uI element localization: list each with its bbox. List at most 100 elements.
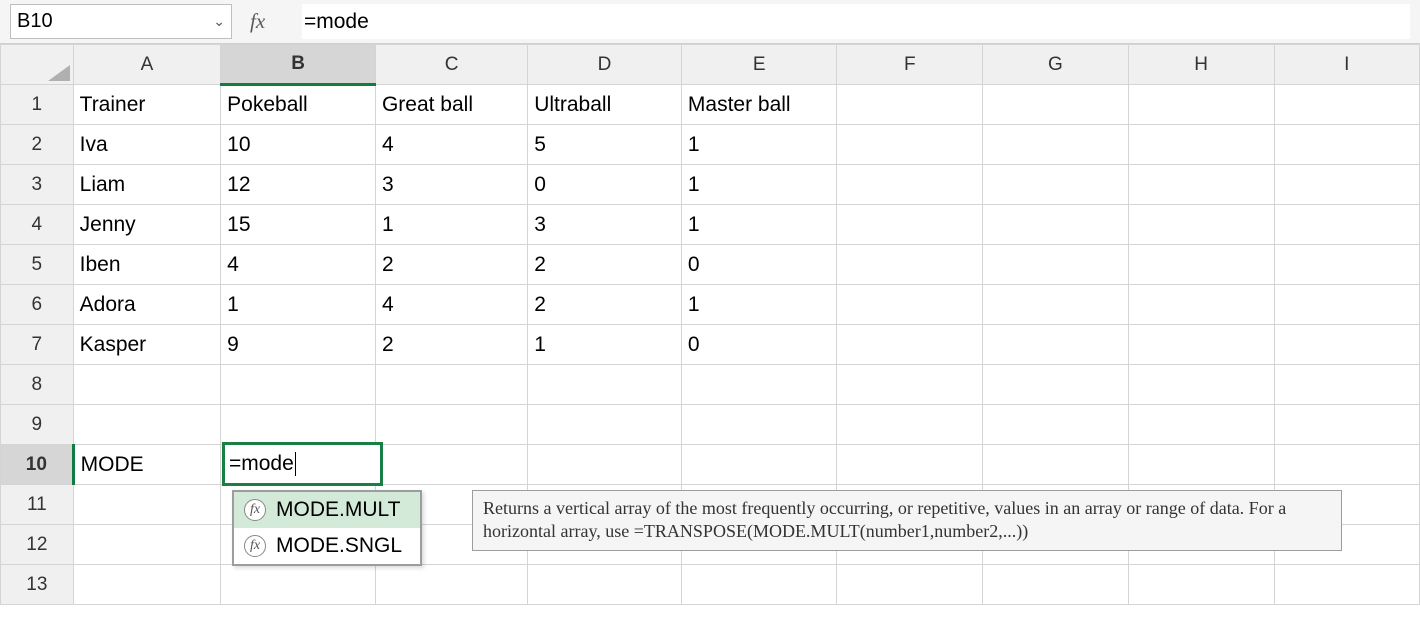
cell-H5[interactable] xyxy=(1128,245,1274,285)
row-header-11[interactable]: 11 xyxy=(1,485,74,525)
cell-A12[interactable] xyxy=(73,525,221,565)
cell-C4[interactable]: 1 xyxy=(375,205,527,245)
column-header-E[interactable]: E xyxy=(681,45,837,85)
cell-B8[interactable] xyxy=(221,365,376,405)
cell-C2[interactable]: 4 xyxy=(375,125,527,165)
cell-I4[interactable] xyxy=(1274,205,1420,245)
cell-G6[interactable] xyxy=(983,285,1129,325)
cell-G5[interactable] xyxy=(983,245,1129,285)
cell-C13[interactable] xyxy=(375,565,527,605)
cell-F3[interactable] xyxy=(837,165,983,205)
cell-C5[interactable]: 2 xyxy=(375,245,527,285)
row-header-13[interactable]: 13 xyxy=(1,565,74,605)
cell-B3[interactable]: 12 xyxy=(221,165,376,205)
cell-D3[interactable]: 0 xyxy=(528,165,682,205)
column-header-G[interactable]: G xyxy=(983,45,1129,85)
column-header-B[interactable]: B xyxy=(221,45,376,85)
cell-E9[interactable] xyxy=(681,405,837,445)
suggestion-item[interactable]: fxMODE.SNGL xyxy=(234,528,420,564)
column-header-F[interactable]: F xyxy=(837,45,983,85)
cell-B6[interactable]: 1 xyxy=(221,285,376,325)
cell-I1[interactable] xyxy=(1274,85,1420,125)
cell-F5[interactable] xyxy=(837,245,983,285)
cell-D5[interactable]: 2 xyxy=(528,245,682,285)
column-header-D[interactable]: D xyxy=(528,45,682,85)
cell-F9[interactable] xyxy=(837,405,983,445)
cell-H2[interactable] xyxy=(1128,125,1274,165)
cell-A9[interactable] xyxy=(73,405,221,445)
cell-F13[interactable] xyxy=(837,565,983,605)
column-header-I[interactable]: I xyxy=(1274,45,1420,85)
row-header-9[interactable]: 9 xyxy=(1,405,74,445)
cell-A5[interactable]: Iben xyxy=(73,245,221,285)
cell-H9[interactable] xyxy=(1128,405,1274,445)
cell-F2[interactable] xyxy=(837,125,983,165)
cell-I5[interactable] xyxy=(1274,245,1420,285)
formula-input[interactable]: =mode xyxy=(302,4,1410,39)
cell-E8[interactable] xyxy=(681,365,837,405)
cell-A3[interactable]: Liam xyxy=(73,165,221,205)
column-header-A[interactable]: A xyxy=(73,45,221,85)
cell-A11[interactable] xyxy=(73,485,221,525)
cell-A1[interactable]: Trainer xyxy=(73,85,221,125)
cell-I8[interactable] xyxy=(1274,365,1420,405)
cell-C10[interactable] xyxy=(375,445,527,485)
cell-I3[interactable] xyxy=(1274,165,1420,205)
row-header-6[interactable]: 6 xyxy=(1,285,74,325)
cell-I13[interactable] xyxy=(1274,565,1420,605)
cell-G2[interactable] xyxy=(983,125,1129,165)
cell-I10[interactable] xyxy=(1274,445,1420,485)
cell-B1[interactable]: Pokeball xyxy=(221,85,376,125)
cell-H3[interactable] xyxy=(1128,165,1274,205)
cell-G1[interactable] xyxy=(983,85,1129,125)
cell-E13[interactable] xyxy=(681,565,837,605)
cell-A2[interactable]: Iva xyxy=(73,125,221,165)
cell-G7[interactable] xyxy=(983,325,1129,365)
cell-F8[interactable] xyxy=(837,365,983,405)
cell-A13[interactable] xyxy=(73,565,221,605)
cell-D13[interactable] xyxy=(528,565,682,605)
cell-H8[interactable] xyxy=(1128,365,1274,405)
cell-D7[interactable]: 1 xyxy=(528,325,682,365)
row-header-7[interactable]: 7 xyxy=(1,325,74,365)
cell-E4[interactable]: 1 xyxy=(681,205,837,245)
cell-E2[interactable]: 1 xyxy=(681,125,837,165)
cell-I9[interactable] xyxy=(1274,405,1420,445)
cell-C9[interactable] xyxy=(375,405,527,445)
cell-D1[interactable]: Ultraball xyxy=(528,85,682,125)
cell-D4[interactable]: 3 xyxy=(528,205,682,245)
cell-C1[interactable]: Great ball xyxy=(375,85,527,125)
select-all-corner[interactable] xyxy=(1,45,74,85)
cell-E1[interactable]: Master ball xyxy=(681,85,837,125)
cell-E5[interactable]: 0 xyxy=(681,245,837,285)
cell-G8[interactable] xyxy=(983,365,1129,405)
row-header-1[interactable]: 1 xyxy=(1,85,74,125)
row-header-3[interactable]: 3 xyxy=(1,165,74,205)
cell-F4[interactable] xyxy=(837,205,983,245)
cell-A6[interactable]: Adora xyxy=(73,285,221,325)
cell-B4[interactable]: 15 xyxy=(221,205,376,245)
fx-icon[interactable]: fx xyxy=(250,4,284,39)
column-header-H[interactable]: H xyxy=(1128,45,1274,85)
column-header-C[interactable]: C xyxy=(375,45,527,85)
cell-F1[interactable] xyxy=(837,85,983,125)
row-header-8[interactable]: 8 xyxy=(1,365,74,405)
cell-F7[interactable] xyxy=(837,325,983,365)
cell-B13[interactable] xyxy=(221,565,376,605)
row-header-5[interactable]: 5 xyxy=(1,245,74,285)
cell-E10[interactable] xyxy=(681,445,837,485)
cell-H4[interactable] xyxy=(1128,205,1274,245)
row-header-12[interactable]: 12 xyxy=(1,525,74,565)
cell-H13[interactable] xyxy=(1128,565,1274,605)
cell-A8[interactable] xyxy=(73,365,221,405)
cell-A7[interactable]: Kasper xyxy=(73,325,221,365)
cell-I7[interactable] xyxy=(1274,325,1420,365)
cell-G13[interactable] xyxy=(983,565,1129,605)
cell-H1[interactable] xyxy=(1128,85,1274,125)
cell-C7[interactable]: 2 xyxy=(375,325,527,365)
cell-I6[interactable] xyxy=(1274,285,1420,325)
cell-H6[interactable] xyxy=(1128,285,1274,325)
cell-A10[interactable]: MODE xyxy=(73,445,221,485)
cell-editor[interactable]: =mode xyxy=(222,442,383,486)
cell-D9[interactable] xyxy=(528,405,682,445)
